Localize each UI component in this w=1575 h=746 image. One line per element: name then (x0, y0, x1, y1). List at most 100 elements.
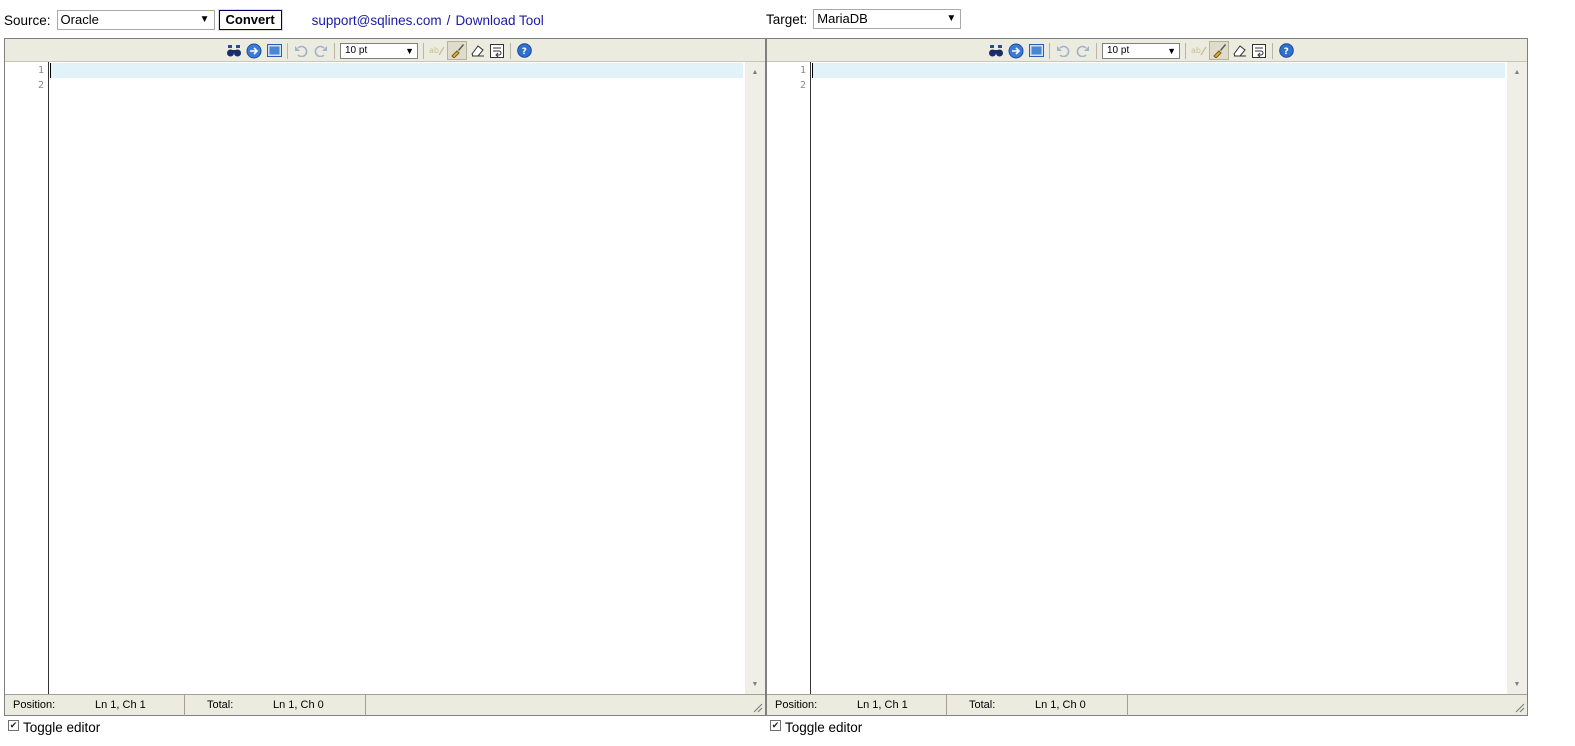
chevron-down-icon: ▼ (946, 13, 957, 24)
source-bar: Source: Oracle ▼ Convert support@sqlines… (4, 0, 544, 40)
code-editor[interactable]: 1 2 ▲ ▼ (767, 62, 1527, 694)
binoculars-search-icon[interactable] (986, 41, 1006, 60)
editor-toolbar: 10 pt ▼ ab ? (767, 39, 1527, 62)
line-number: 2 (37, 80, 44, 91)
convert-button[interactable]: Convert (218, 10, 282, 30)
target-dialect-value: MariaDB (817, 11, 868, 26)
svg-text:?: ? (1283, 47, 1288, 57)
status-position-value: Ln 1, Ch 1 (857, 699, 908, 711)
help-icon[interactable]: ? (1276, 41, 1296, 60)
status-position: Position: Ln 1, Ch 1 (5, 694, 185, 716)
toggle-editor-checkbox[interactable]: ✔ (770, 720, 781, 731)
toggle-editor-checkbox[interactable]: ✔ (8, 720, 19, 731)
spellcheck-icon[interactable]: ab (427, 41, 447, 60)
redo-icon[interactable] (1073, 41, 1093, 60)
help-icon[interactable]: ? (514, 41, 534, 60)
target-dialect-select[interactable]: MariaDB ▼ (813, 9, 962, 29)
status-total-value: Ln 1, Ch 0 (1035, 699, 1086, 711)
editor-status-bar: Position: Ln 1, Ch 1 Total: Ln 1, Ch 0 (767, 694, 1527, 716)
editor-status-bar: Position: Ln 1, Ch 1 Total: Ln 1, Ch 0 (5, 694, 765, 716)
toggle-target-editor[interactable]: ✔ Toggle editor (770, 720, 862, 735)
resize-grip-icon[interactable] (1513, 701, 1525, 713)
word-wrap-icon[interactable] (1249, 41, 1269, 60)
chevron-down-icon: ▼ (199, 14, 210, 25)
vertical-scrollbar[interactable]: ▲ ▼ (745, 62, 765, 694)
header-links: support@sqlines.com / Download Tool (312, 13, 544, 28)
active-code-line[interactable] (50, 63, 743, 78)
redo-icon[interactable] (311, 41, 331, 60)
toolbar-divider (334, 42, 335, 59)
resize-grip-icon[interactable] (751, 701, 763, 713)
toolbar-divider (1096, 42, 1097, 59)
source-dialect-value: Oracle (60, 12, 99, 27)
toolbar-divider (1272, 42, 1273, 59)
toolbar-divider (1049, 42, 1050, 59)
highlight-brush-icon[interactable] (1209, 41, 1229, 60)
support-email-link[interactable]: support@sqlines.com (312, 13, 442, 28)
fullscreen-icon[interactable] (1026, 41, 1046, 60)
scroll-up-icon[interactable]: ▲ (1507, 64, 1527, 80)
status-position: Position: Ln 1, Ch 1 (767, 694, 947, 716)
toolbar-buttons: 10 pt ▼ ab ? (224, 41, 534, 60)
line-number: 1 (37, 65, 44, 76)
code-line[interactable] (812, 78, 1505, 93)
line-number-gutter: 1 2 (767, 62, 811, 694)
goto-line-icon[interactable] (244, 41, 264, 60)
font-size-select[interactable]: 10 pt ▼ (340, 42, 418, 59)
toggle-editor-label: Toggle editor (23, 720, 101, 735)
undo-icon[interactable] (291, 41, 311, 60)
text-cursor (812, 63, 813, 78)
target-bar: Target: MariaDB ▼ (766, 0, 962, 39)
scroll-down-icon[interactable]: ▼ (1507, 676, 1527, 692)
goto-line-icon[interactable] (1006, 41, 1026, 60)
spellcheck-icon[interactable]: ab (1189, 41, 1209, 60)
svg-text:ab: ab (429, 46, 439, 55)
toolbar-divider (423, 42, 424, 59)
toolbar-buttons: 10 pt ▼ ab ? (986, 41, 1296, 60)
toggle-source-editor[interactable]: ✔ Toggle editor (8, 720, 100, 735)
line-number: 2 (799, 80, 806, 91)
link-separator: / (446, 12, 451, 28)
scroll-down-icon[interactable]: ▼ (745, 676, 765, 692)
toggle-editor-label: Toggle editor (785, 720, 863, 735)
status-total-value: Ln 1, Ch 0 (273, 699, 324, 711)
source-label: Source: (4, 12, 51, 28)
undo-icon[interactable] (1053, 41, 1073, 60)
svg-text:ab: ab (1191, 46, 1201, 55)
status-position-label: Position: (775, 699, 818, 711)
highlight-brush-icon[interactable] (447, 41, 467, 60)
line-number: 1 (799, 65, 806, 76)
svg-text:?: ? (521, 47, 526, 57)
eraser-icon[interactable] (1229, 41, 1249, 60)
font-size-select[interactable]: 10 pt ▼ (1102, 42, 1180, 59)
code-editor[interactable]: 1 2 ▲ ▼ (5, 62, 765, 694)
target-editor-panel: 10 pt ▼ ab ? 1 2 ▲ ▼ Position: Ln 1, Ch … (766, 38, 1528, 716)
word-wrap-icon[interactable] (487, 41, 507, 60)
toolbar-divider (1185, 42, 1186, 59)
toolbar-divider (287, 42, 288, 59)
source-editor-panel: 10 pt ▼ ab ? 1 2 ▲ ▼ Position: Ln 1, Ch … (4, 38, 766, 716)
scroll-up-icon[interactable]: ▲ (745, 64, 765, 80)
code-lines[interactable] (812, 62, 1505, 694)
status-total: Total: Ln 1, Ch 0 (947, 694, 1128, 716)
eraser-icon[interactable] (467, 41, 487, 60)
code-lines[interactable] (50, 62, 743, 694)
status-total-label: Total: (207, 699, 234, 711)
vertical-scrollbar[interactable]: ▲ ▼ (1507, 62, 1527, 694)
status-position-label: Position: (13, 699, 56, 711)
code-line[interactable] (50, 78, 743, 93)
source-dialect-select[interactable]: Oracle ▼ (56, 10, 215, 30)
status-position-value: Ln 1, Ch 1 (95, 699, 146, 711)
fullscreen-icon[interactable] (264, 41, 284, 60)
editor-toolbar: 10 pt ▼ ab ? (5, 39, 765, 62)
download-tool-link[interactable]: Download Tool (455, 13, 543, 28)
chevron-down-icon: ▼ (1167, 45, 1176, 56)
toolbar-divider (510, 42, 511, 59)
status-total-label: Total: (969, 699, 996, 711)
font-size-value: 10 pt (345, 44, 368, 56)
binoculars-search-icon[interactable] (224, 41, 244, 60)
chevron-down-icon: ▼ (405, 45, 414, 56)
active-code-line[interactable] (812, 63, 1505, 78)
target-label: Target: (766, 11, 808, 27)
status-total: Total: Ln 1, Ch 0 (185, 694, 366, 716)
